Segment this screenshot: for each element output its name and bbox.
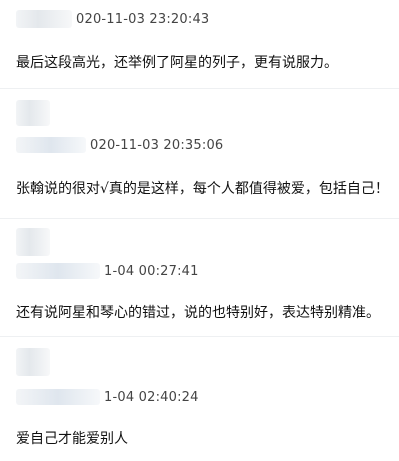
comment-text: 最后这段高光，还举例了阿星的列子，更有说服力。	[16, 55, 338, 71]
comment-meta: 020-11-03 20:35:06	[0, 134, 399, 158]
comment-timestamp: 1-04 02:40:24	[104, 390, 199, 405]
blurred-username	[16, 263, 100, 279]
comment-timestamp: 020-11-03 23:20:43	[76, 12, 210, 27]
comment-text: 张翰说的很对√真的是这样，每个人都值得被爱，包括自己！	[16, 181, 389, 197]
comment-timestamp: 020-11-03 20:35:06	[90, 138, 224, 153]
divider	[0, 218, 399, 219]
blurred-avatar	[16, 100, 50, 126]
comment-text: 还有说阿星和琴心的错过，说的也特别好，表达特别精准。	[16, 305, 380, 321]
blurred-username	[16, 389, 100, 405]
comment-meta: 1-04 02:40:24	[0, 386, 399, 410]
blurred-username	[16, 137, 86, 153]
blurred-avatar	[16, 348, 50, 376]
blurred-avatar-username	[16, 10, 72, 28]
blurred-avatar	[16, 228, 50, 256]
divider	[0, 88, 399, 89]
divider	[0, 336, 399, 337]
comment-meta: 020-11-03 23:20:43	[0, 8, 399, 32]
comment-timestamp: 1-04 00:27:41	[104, 264, 199, 279]
comment-meta: 1-04 00:27:41	[0, 260, 399, 284]
comment-text: 爱自己才能爱别人	[16, 431, 128, 447]
